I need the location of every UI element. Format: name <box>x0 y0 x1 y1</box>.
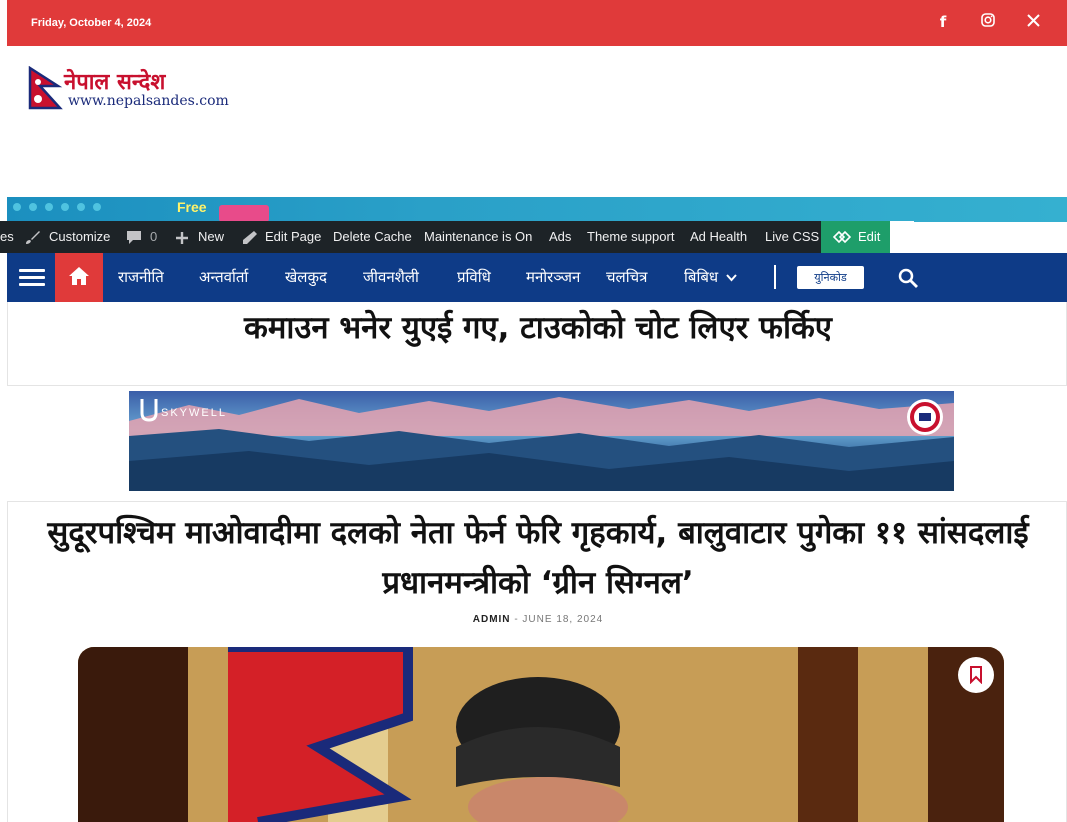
current-date: Friday, October 4, 2024 <box>31 17 152 29</box>
featured-photo-graphic <box>78 647 1004 822</box>
nepal-flag-icon <box>28 66 63 110</box>
edit-page-label: Edit Page <box>265 229 322 244</box>
banner-free-text: Free <box>177 199 207 215</box>
admin-item-customize[interactable]: Customize <box>25 221 110 253</box>
pencil-icon <box>243 231 257 244</box>
skywell-logo-icon <box>140 399 158 422</box>
home-icon <box>69 267 89 285</box>
article-author[interactable]: ADMIN <box>473 614 511 625</box>
banner-graphic <box>219 205 269 222</box>
x-icon[interactable] <box>1023 13 1043 31</box>
new-label: New <box>198 229 225 244</box>
unicode-button[interactable]: युनिकोड <box>797 266 864 289</box>
bookmark-button[interactable] <box>958 657 994 693</box>
admin-item-edit-page[interactable]: Edit Page <box>242 221 321 253</box>
chevron-down-icon <box>726 274 737 282</box>
nav-item-film[interactable]: चलचित्र <box>606 267 647 287</box>
brush-icon <box>26 231 40 244</box>
plus-icon <box>176 232 188 244</box>
nav-item-technology[interactable]: प्रविधि <box>457 267 491 287</box>
admin-item-delete-cache[interactable]: Delete Cache <box>333 221 412 253</box>
mountain-ad-banner[interactable]: SKYWELL <box>129 391 954 491</box>
admin-item-comments[interactable]: 0 <box>126 221 157 253</box>
nav-item-misc[interactable]: बिबिध <box>684 267 737 287</box>
edit-with-builder-button[interactable]: Edit <box>821 221 890 253</box>
main-nav: राजनीति अन्तर्वार्ता खेलकुद जीवनशैली प्र… <box>7 253 1067 302</box>
admin-item-site[interactable]: es <box>0 221 14 253</box>
admin-item-maintenance[interactable]: Maintenance is On <box>424 221 532 253</box>
search-icon[interactable] <box>897 267 919 289</box>
admin-item-theme-support[interactable]: Theme support <box>587 221 674 253</box>
customize-label: Customize <box>49 229 111 244</box>
home-button[interactable] <box>55 253 103 302</box>
admin-item-new[interactable]: New <box>175 221 224 253</box>
menu-icon[interactable] <box>19 269 45 287</box>
admin-bar-blank <box>890 221 914 253</box>
ad-emblem-icon <box>907 399 943 435</box>
admin-item-ad-health[interactable]: Ad Health <box>690 221 747 253</box>
admin-item-ads[interactable]: Ads <box>549 221 571 253</box>
nav-item-sports[interactable]: खेलकुद <box>285 267 327 287</box>
nav-item-lifestyle[interactable]: जीवनशैली <box>363 267 419 287</box>
site-url: www.nepalsandes.com <box>68 93 229 109</box>
site-name: नेपाल सन्देश <box>64 69 166 95</box>
breaking-headline[interactable]: कमाउन भनेर युएई गए, टाउकोको चोट लिएर फर्… <box>8 306 1067 348</box>
nav-item-misc-label: बिबिध <box>684 268 719 286</box>
bookmark-icon <box>970 666 982 684</box>
breaking-headline-box: कमाउन भनेर युएई गए, टाउकोको चोट लिएर फर्… <box>7 302 1067 386</box>
comment-count: 0 <box>150 229 158 244</box>
article-date: JUNE 18, 2024 <box>522 614 604 625</box>
mountain-landscape-image <box>129 397 954 491</box>
facebook-icon[interactable]: f <box>933 13 953 31</box>
featured-image[interactable] <box>78 647 1004 822</box>
nav-item-entertainment[interactable]: मनोरञ्जन <box>526 267 580 287</box>
edit-button-label: Edit <box>858 229 881 244</box>
ad-brand-name: SKYWELL <box>161 407 227 419</box>
top-ad-banner[interactable]: Free <box>7 197 1067 222</box>
nav-separator <box>774 265 776 289</box>
instagram-icon[interactable] <box>978 13 998 31</box>
builder-diamond-icon <box>833 230 851 244</box>
article-title[interactable]: सुदूरपश्चिम माओवादीमा दलको नेता फेर्न फे… <box>8 508 1067 608</box>
dots-decoration-icon <box>13 203 101 211</box>
top-bar: Friday, October 4, 2024 f <box>7 0 1067 46</box>
nav-item-interview[interactable]: अन्तर्वार्ता <box>199 267 248 287</box>
article-meta: ADMIN - JUNE 18, 2024 <box>472 614 604 625</box>
admin-bar: es Customize 0 New Edit Page Delete Cach… <box>0 221 914 253</box>
nav-item-politics[interactable]: राजनीति <box>118 267 164 287</box>
site-logo[interactable]: नेपाल सन्देश www.nepalsandes.com <box>28 66 229 114</box>
comment-icon <box>127 231 141 244</box>
admin-item-live-css[interactable]: Live CSS <box>765 221 819 253</box>
